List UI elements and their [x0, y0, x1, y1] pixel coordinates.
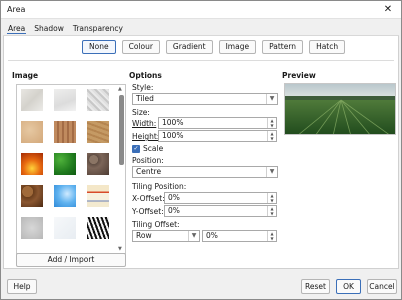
image-heading: Image	[12, 71, 39, 80]
tile-leaves[interactable]	[54, 153, 76, 175]
tiling-offset-label: Tiling Offset:	[132, 220, 180, 229]
cancel-button[interactable]: Cancel	[367, 279, 397, 294]
height-spinbox[interactable]: 100% ▲ ▼	[158, 130, 277, 142]
tiling-offset-value: 0%	[206, 231, 218, 240]
tab-page-area: None Colour Gradient Image Pattern Hatch…	[3, 36, 399, 269]
height-value: 100%	[162, 131, 184, 140]
width-value: 100%	[162, 118, 184, 127]
colour-button[interactable]: Colour	[121, 40, 160, 54]
width-spinbox[interactable]: 100% ▲ ▼	[158, 117, 277, 129]
scroll-down-icon[interactable]: ▼	[118, 246, 122, 252]
scroll-up-icon[interactable]: ▲	[118, 86, 122, 92]
image-button[interactable]: Image	[218, 40, 257, 54]
tiling-position-label: Tiling Position:	[132, 182, 187, 191]
position-label: Position:	[132, 156, 164, 165]
tile-parchment[interactable]	[21, 121, 43, 143]
tile-paper-texture[interactable]	[54, 89, 76, 111]
chevron-down-icon: ▼	[266, 94, 277, 104]
mode-separator	[8, 60, 394, 61]
tile-zebra[interactable]	[87, 217, 109, 239]
position-select[interactable]: Centre ▼	[132, 166, 278, 178]
tiling-offset-spinbox[interactable]: 0% ▲ ▼	[202, 230, 277, 242]
height-label: Height:	[132, 132, 160, 141]
x-offset-spinbox[interactable]: 0% ▲ ▼	[164, 192, 277, 204]
title-bar: Area ✕	[1, 1, 401, 19]
options-heading: Options	[129, 71, 162, 80]
y-offset-label: Y-Offset:	[132, 207, 164, 216]
scroll-thumb[interactable]	[119, 95, 124, 165]
tile-fence[interactable]	[54, 121, 76, 143]
tile-painted-white[interactable]	[21, 89, 43, 111]
pattern-button[interactable]: Pattern	[262, 40, 304, 54]
hatch-button[interactable]: Hatch	[309, 40, 346, 54]
scale-checkbox[interactable]: ✓	[132, 145, 140, 153]
dialog-footer: Help Reset OK Cancel	[1, 271, 401, 299]
tile-wood[interactable]	[87, 121, 109, 143]
none-button[interactable]: None	[82, 40, 116, 54]
size-label: Size:	[132, 108, 150, 117]
position-value: Centre	[136, 167, 162, 176]
image-gallery[interactable]: ▲ ▼	[16, 84, 126, 254]
tiling-offset-mode-select[interactable]: Row ▼	[132, 230, 200, 242]
tab-transparency[interactable]: Transparency	[72, 24, 124, 34]
dialog-title: Area	[7, 5, 26, 14]
spin-arrows-icon[interactable]: ▲ ▼	[267, 193, 276, 203]
y-offset-value: 0%	[168, 206, 180, 215]
tile-pebbles[interactable]	[21, 185, 43, 207]
close-icon[interactable]: ✕	[381, 3, 395, 17]
x-offset-value: 0%	[168, 193, 180, 202]
add-import-button[interactable]: Add / Import	[16, 253, 126, 267]
spin-arrows-icon[interactable]: ▲ ▼	[267, 131, 276, 141]
style-value: Tiled	[136, 94, 154, 103]
preview-image	[284, 83, 396, 135]
chevron-down-icon: ▼	[188, 231, 199, 241]
chevron-down-icon: ▼	[266, 167, 277, 177]
ok-button[interactable]: OK	[336, 279, 361, 294]
spin-arrows-icon[interactable]: ▲ ▼	[267, 206, 276, 216]
preview-heading: Preview	[282, 71, 316, 80]
fill-mode-buttons: None Colour Gradient Image Pattern Hatch	[82, 40, 351, 54]
tile-sky[interactable]	[54, 185, 76, 207]
tile-paper-crumpled[interactable]	[87, 89, 109, 111]
gradient-button[interactable]: Gradient	[165, 40, 213, 54]
area-dialog: Area ✕ Area Shadow Transparency None Col…	[0, 0, 402, 300]
spin-arrows-icon[interactable]: ▲ ▼	[267, 231, 276, 241]
tile-fire[interactable]	[21, 153, 43, 175]
tile-concrete[interactable]	[21, 217, 43, 239]
style-select[interactable]: Tiled ▼	[132, 93, 278, 105]
x-offset-label: X-Offset:	[132, 194, 165, 203]
spin-arrows-icon[interactable]: ▲ ▼	[267, 118, 276, 128]
tab-bar: Area Shadow Transparency	[7, 24, 131, 34]
tab-shadow[interactable]: Shadow	[33, 24, 65, 34]
tile-stone[interactable]	[87, 153, 109, 175]
reset-button[interactable]: Reset	[301, 279, 330, 294]
help-button[interactable]: Help	[7, 279, 37, 294]
tile-frosted-glass[interactable]	[54, 217, 76, 239]
tile-invoice-paper[interactable]	[87, 185, 109, 207]
gallery-scrollbar[interactable]: ▲ ▼	[118, 86, 124, 252]
scale-label: Scale	[143, 144, 164, 153]
style-label: Style:	[132, 83, 154, 92]
width-label: Width:	[132, 119, 157, 128]
tab-area[interactable]: Area	[7, 24, 27, 34]
wheat-field-picture	[285, 84, 395, 134]
tiling-offset-mode-value: Row	[136, 231, 152, 240]
y-offset-spinbox[interactable]: 0% ▲ ▼	[164, 205, 277, 217]
